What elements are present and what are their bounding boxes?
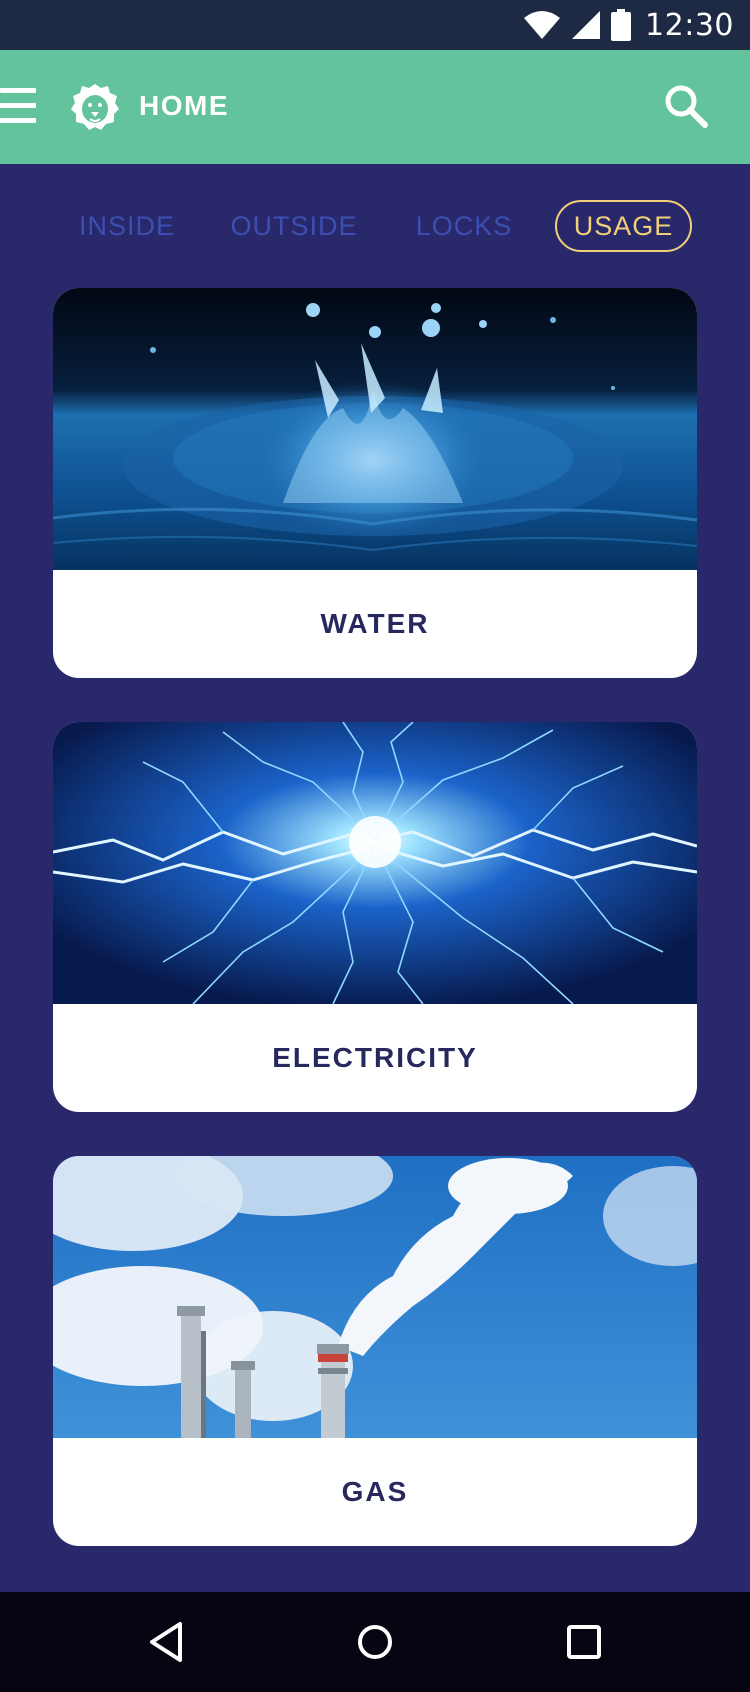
usage-card-water[interactable]: WATER — [53, 288, 697, 678]
usage-card-electricity[interactable]: ELECTRICITY — [53, 722, 697, 1112]
battery-icon — [611, 9, 632, 41]
card-label: WATER — [320, 608, 430, 639]
system-nav-bar — [0, 1592, 750, 1692]
wifi-icon — [524, 11, 561, 39]
tab-outside[interactable]: OUTSIDE — [228, 200, 360, 252]
home-icon[interactable] — [349, 1616, 401, 1668]
card-label: GAS — [341, 1476, 409, 1507]
back-icon[interactable] — [140, 1616, 192, 1668]
status-time: 12:30 — [645, 7, 734, 43]
card-label: ELECTRICITY — [272, 1042, 478, 1073]
lion-logo-icon — [71, 84, 119, 130]
app-bar: HOME — [0, 50, 750, 164]
status-bar: 12:30 — [0, 0, 750, 50]
tab-inside[interactable]: INSIDE — [72, 200, 182, 252]
signal-icon — [572, 11, 601, 39]
lightning-image — [53, 722, 697, 1004]
tab-usage[interactable]: USAGE — [555, 200, 692, 252]
smokestack-image — [53, 1156, 697, 1438]
page-title: HOME — [139, 90, 229, 121]
usage-card-gas[interactable]: GAS — [53, 1156, 697, 1546]
recents-icon[interactable] — [558, 1616, 610, 1668]
water-splash-image — [53, 288, 697, 570]
status-icons — [523, 9, 632, 41]
tab-locks[interactable]: LOCKS — [412, 200, 516, 252]
search-icon[interactable] — [662, 82, 710, 130]
tab-bar: INSIDE OUTSIDE LOCKS USAGE — [0, 200, 750, 260]
hamburger-menu-icon[interactable] — [0, 86, 36, 126]
